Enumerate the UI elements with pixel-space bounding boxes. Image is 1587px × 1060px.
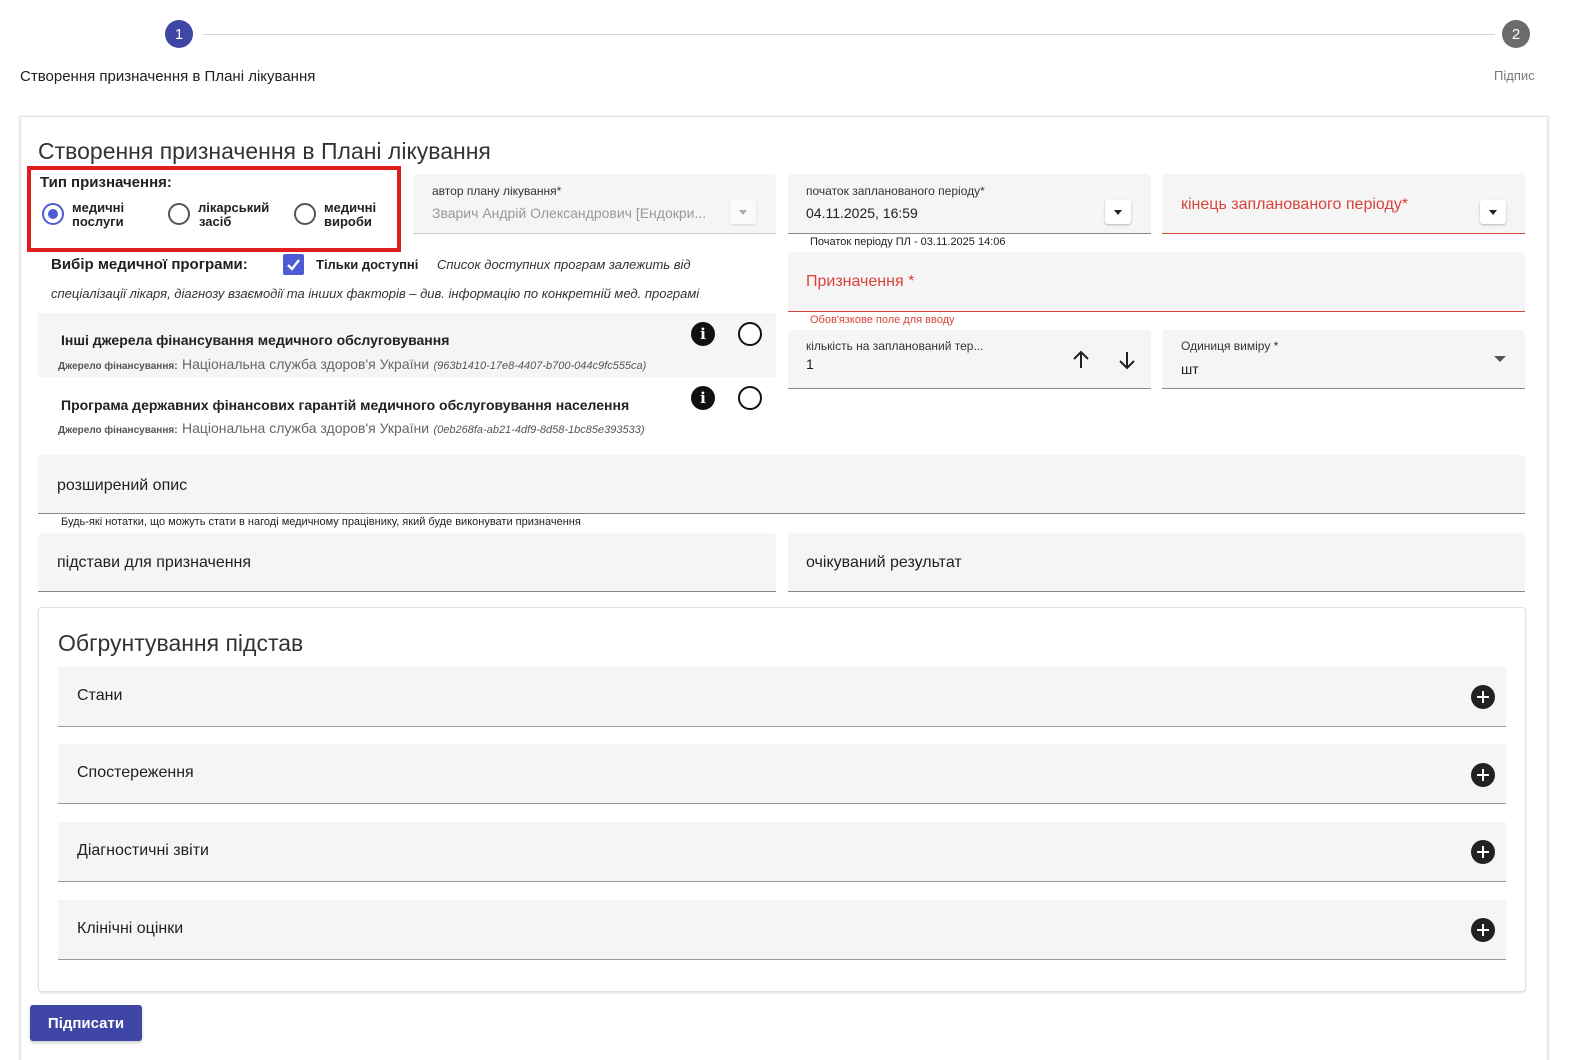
- type-radio-medical-services[interactable]: [42, 203, 64, 225]
- period-start-picker-button[interactable]: [1105, 200, 1131, 224]
- arrow-up-icon[interactable]: [1069, 348, 1093, 377]
- type-option-line: лікарський: [198, 200, 270, 215]
- source-label: Джерело фінансування:: [58, 425, 178, 436]
- unit-label: Одиниця виміру *: [1181, 339, 1279, 353]
- program-radio[interactable]: [738, 322, 762, 346]
- type-radio-medical-devices[interactable]: [294, 203, 316, 225]
- chevron-down-icon: [739, 209, 747, 215]
- extended-description-field[interactable]: [38, 455, 1525, 514]
- expected-result-label: очікуваний результат: [806, 554, 962, 571]
- add-icon[interactable]: [1471, 840, 1495, 864]
- info-icon[interactable]: i: [691, 386, 715, 410]
- period-start-label: початок запланованого періоду*: [806, 184, 985, 198]
- add-icon[interactable]: [1471, 685, 1495, 709]
- type-option-line: вироби: [324, 214, 372, 229]
- type-option-line: послуги: [72, 214, 124, 229]
- extended-description-helper: Будь-які нотатки, що можуть стати в наго…: [61, 516, 581, 528]
- author-dropdown-button[interactable]: [730, 200, 756, 224]
- source-name: Національна служба здоров'я України: [182, 420, 430, 436]
- check-icon: [287, 259, 300, 271]
- unit-value: шт: [1181, 361, 1199, 377]
- arrow-up-svg: [1073, 350, 1089, 368]
- arrow-down-icon[interactable]: [1115, 348, 1139, 377]
- type-option-medical-devices[interactable]: медичні вироби: [324, 201, 376, 229]
- type-option-line: медичні: [324, 200, 377, 215]
- step-1-label: Створення призначення в Плані лікування: [20, 68, 316, 85]
- source-label: Джерело фінансування:: [58, 361, 178, 372]
- program-label: Вибір медичної програми:: [51, 256, 248, 273]
- accordion-label: Спостереження: [77, 764, 194, 781]
- accordion-observations[interactable]: Спостереження: [58, 744, 1506, 804]
- add-icon[interactable]: [1471, 763, 1495, 787]
- accordion-diagnostic-reports[interactable]: Діагностичні звіти: [58, 822, 1506, 882]
- period-end-picker-button[interactable]: [1480, 200, 1506, 224]
- program-note-line1: Список доступних програм залежить від: [437, 257, 691, 272]
- program-radio[interactable]: [738, 386, 762, 410]
- period-start-field[interactable]: [788, 174, 1151, 234]
- only-available-label[interactable]: Тільки доступні: [316, 257, 418, 272]
- program-item-source: Джерело фінансування: Національна служба…: [58, 420, 645, 438]
- type-radio-drug[interactable]: [168, 203, 190, 225]
- stepper-connector: [203, 34, 1495, 35]
- accordion-label: Діагностичні звіти: [77, 842, 209, 859]
- author-value: Зварич Андрій Олександрович [Ендокри...: [432, 205, 707, 221]
- type-option-drug[interactable]: лікарський засіб: [198, 201, 269, 229]
- program-item-title: Інші джерела фінансування медичного обсл…: [61, 332, 450, 348]
- step-2-label: Підпис: [1494, 68, 1535, 83]
- accordion-clinical-assessments[interactable]: Клінічні оцінки: [58, 900, 1506, 960]
- form-title: Створення призначення в Плані лікування: [38, 138, 491, 164]
- extended-description-label: розширений опис: [57, 477, 188, 494]
- quantity-label: кількість на запланований тер...: [806, 339, 984, 353]
- type-option-medical-services[interactable]: медичні послуги: [72, 201, 124, 229]
- type-option-line: медичні: [72, 200, 125, 215]
- source-id: (963b1410-17e8-4407-b700-044c9fc555ca): [433, 360, 647, 372]
- assignment-label: Призначення *: [806, 273, 915, 290]
- step-1-indicator[interactable]: 1: [165, 20, 193, 48]
- grounds-label: підстави для призначення: [57, 554, 252, 571]
- period-start-value: 04.11.2025, 16:59: [806, 205, 918, 221]
- program-note-line2: спеціалізації лікаря, діагнозу взаємодії…: [51, 286, 700, 301]
- accordion-label: Стани: [77, 687, 123, 704]
- prescription-type-label: Тип призначення:: [40, 174, 172, 191]
- author-select[interactable]: [413, 174, 776, 234]
- source-name: Національна служба здоров'я України: [182, 356, 430, 372]
- author-label: автор плану лікування*: [432, 184, 562, 198]
- info-icon[interactable]: i: [691, 322, 715, 346]
- justification-title: Обгрунтування підстав: [58, 630, 304, 656]
- assignment-error: Обов'язкове поле для вводу: [810, 314, 955, 326]
- source-id: (0eb268fa-ab21-4df9-8d58-1bc85e393533): [433, 424, 645, 436]
- chevron-down-icon: [1489, 209, 1497, 215]
- program-item-title: Програма державних фінансових гарантій м…: [61, 397, 630, 413]
- accordion-label: Клінічні оцінки: [77, 920, 184, 937]
- period-end-label: кінець запланованого періоду*: [1181, 196, 1409, 213]
- add-icon[interactable]: [1471, 918, 1495, 942]
- step-2-indicator[interactable]: 2: [1502, 20, 1530, 48]
- chevron-down-icon[interactable]: [1494, 356, 1506, 362]
- period-start-helper: Початок періоду ПЛ - 03.11.2025 14:06: [810, 236, 1006, 248]
- program-item-source: Джерело фінансування: Національна служба…: [58, 356, 646, 374]
- sign-button[interactable]: Підписати: [30, 1005, 142, 1041]
- arrow-down-svg: [1119, 352, 1135, 370]
- only-available-checkbox[interactable]: [283, 254, 304, 275]
- quantity-value: 1: [806, 356, 814, 372]
- accordion-conditions[interactable]: Стани: [58, 667, 1506, 727]
- type-option-line: засіб: [199, 214, 232, 229]
- chevron-down-icon: [1114, 209, 1122, 215]
